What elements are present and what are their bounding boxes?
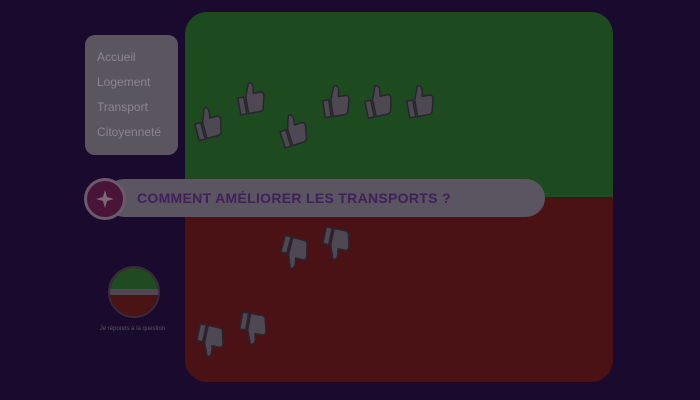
thumbs-up-icon[interactable]: [399, 79, 439, 122]
thumbs-up-icon[interactable]: [316, 80, 355, 122]
menu-item-citoyennete[interactable]: Citoyenneté: [85, 120, 178, 145]
logo: [108, 266, 160, 318]
thumbs-up-icon[interactable]: [230, 76, 270, 119]
disagree-zone[interactable]: [185, 197, 613, 382]
side-menu: Accueil Logement Transport Citoyenneté: [85, 35, 178, 155]
menu-item-transport[interactable]: Transport: [85, 95, 178, 120]
app-root: Accueil Logement Transport Citoyenneté C…: [0, 0, 700, 400]
plus-star-icon: [96, 190, 114, 208]
question-text: COMMENT AMÉLIORER LES TRANSPORTS ?: [137, 190, 451, 206]
logo-caption: Je réponds à la question: [99, 326, 166, 332]
menu-item-logement[interactable]: Logement: [85, 70, 178, 95]
thumbs-down-icon[interactable]: [232, 307, 272, 350]
add-button[interactable]: [84, 178, 126, 220]
question-bar: COMMENT AMÉLIORER LES TRANSPORTS ?: [105, 179, 545, 217]
menu-item-accueil[interactable]: Accueil: [85, 45, 178, 70]
